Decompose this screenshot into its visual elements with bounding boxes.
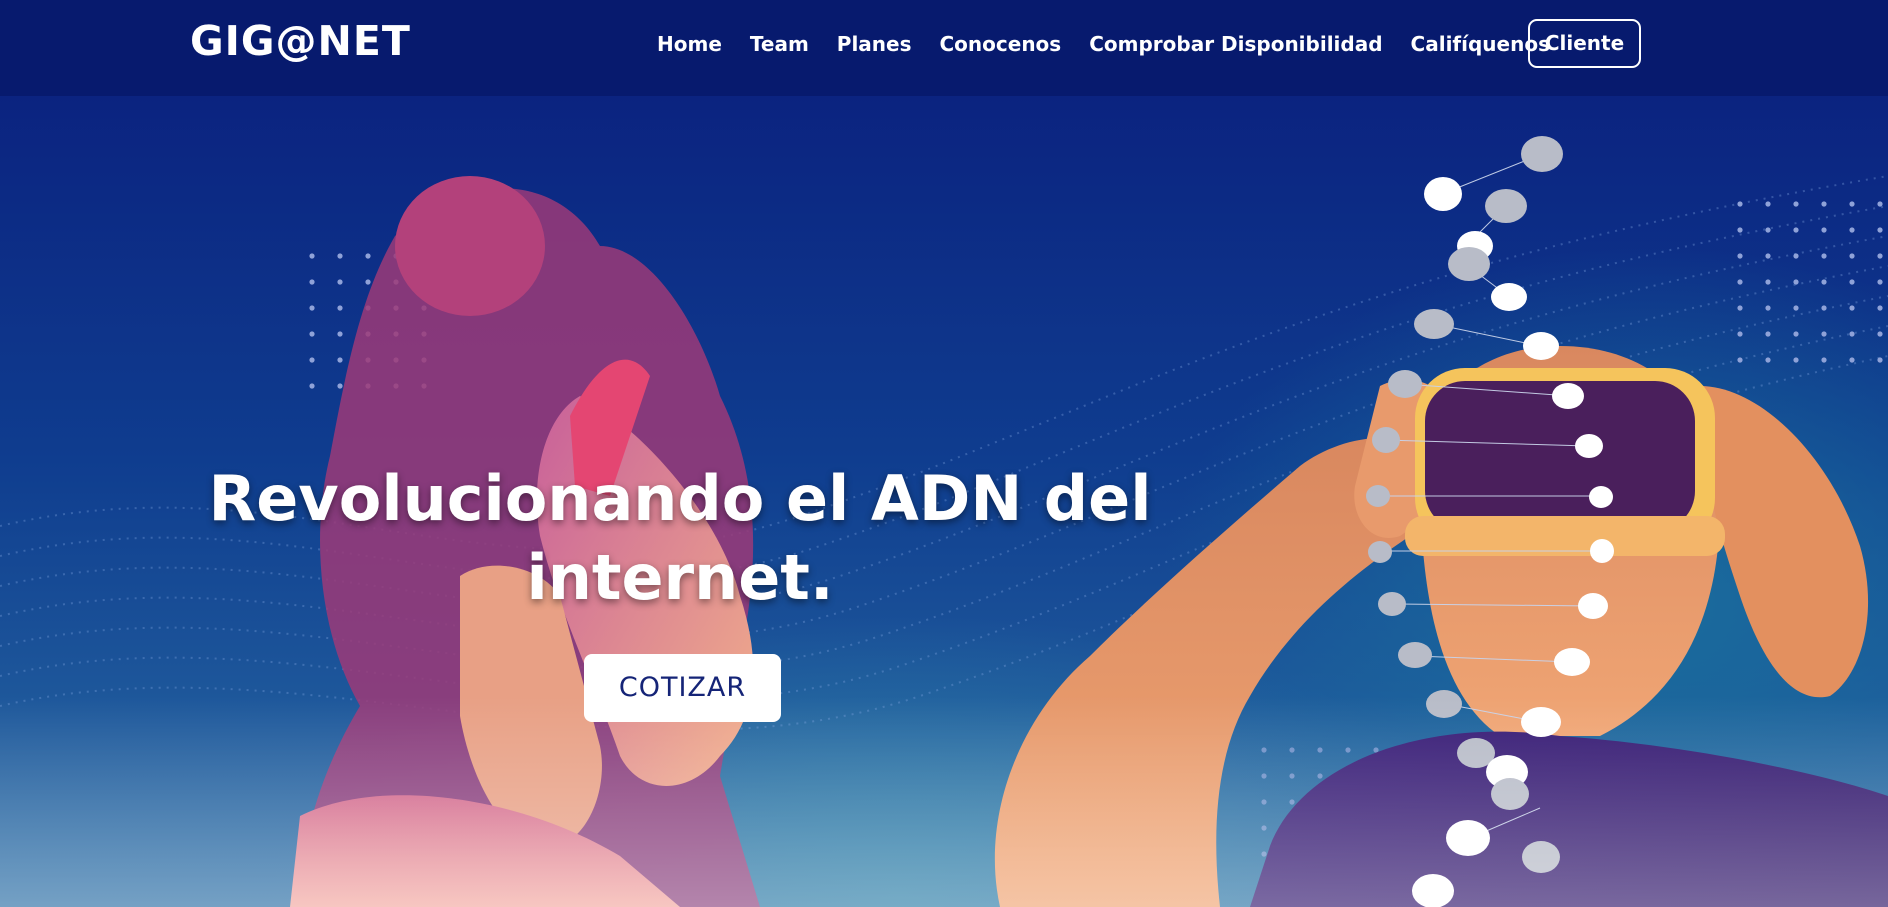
- cotizar-button[interactable]: COTIZAR: [584, 654, 781, 722]
- nav-team[interactable]: Team: [750, 32, 809, 56]
- client-button[interactable]: Cliente: [1528, 19, 1641, 68]
- nav-planes[interactable]: Planes: [837, 32, 912, 56]
- hero-section: Revolucionando el ADN del internet. COTI…: [0, 96, 1888, 907]
- nav-conocenos[interactable]: Conocenos: [940, 32, 1062, 56]
- logo[interactable]: GIG@NET: [190, 17, 411, 65]
- hero-headline: Revolucionando el ADN del internet.: [208, 462, 1152, 614]
- page: GIG@NET Home Team Planes Conocenos Compr…: [0, 0, 1888, 907]
- dot-grid-right: [1736, 198, 1888, 383]
- nav-comprobar-disponibilidad[interactable]: Comprobar Disponibilidad: [1089, 32, 1382, 56]
- navbar: GIG@NET Home Team Planes Conocenos Compr…: [0, 0, 1888, 96]
- nav-home[interactable]: Home: [657, 32, 722, 56]
- main-nav: Home Team Planes Conocenos Comprobar Dis…: [657, 32, 1550, 56]
